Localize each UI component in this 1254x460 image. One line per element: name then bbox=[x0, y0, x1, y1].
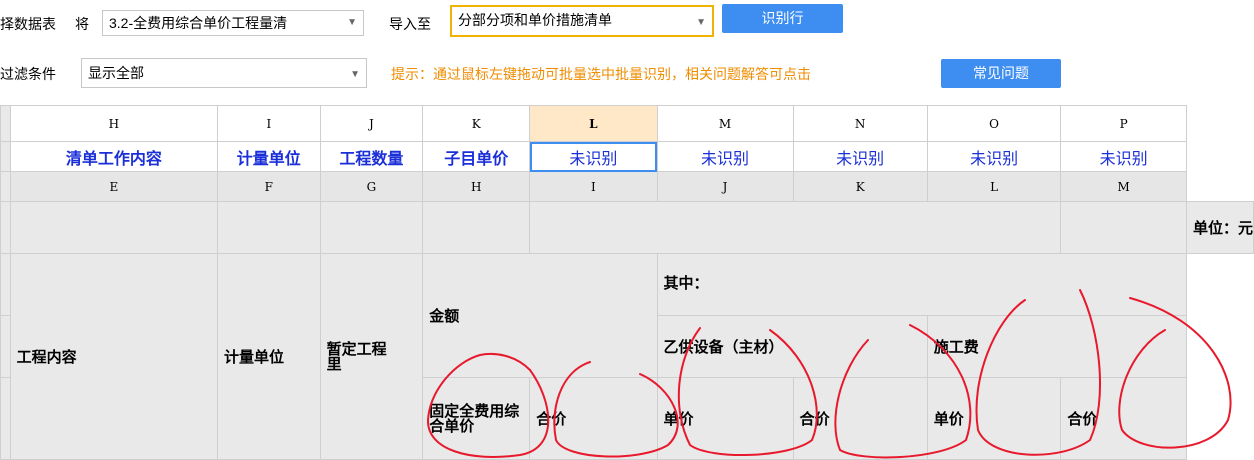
column-header[interactable]: I bbox=[217, 105, 321, 142]
amount-cell[interactable]: 金额 bbox=[422, 253, 658, 378]
column-header-row: H I J K L M N O P bbox=[0, 105, 1254, 142]
column-mapping-row: 清单工作内容 计量单位 工程数量 子目单价 未识别 未识别 未识别 未识别 未识… bbox=[0, 141, 1254, 172]
data-cell[interactable] bbox=[1060, 201, 1187, 254]
supplied-equipment-cell[interactable]: 乙供设备（主材） bbox=[656, 315, 928, 378]
source-column-letter: I bbox=[529, 171, 658, 202]
jiang-label: 将 bbox=[75, 16, 89, 32]
column-header[interactable]: J bbox=[319, 105, 424, 142]
column-mapping-cell-focused[interactable]: 未识别 bbox=[529, 141, 658, 172]
table-row: 工程内容 计量单位 暂定工程里 金额 其中： bbox=[0, 253, 1254, 460]
sheet-select-value: 3.2-全费用综合单价工程量清 bbox=[109, 15, 288, 31]
source-column-letter: F bbox=[217, 171, 321, 202]
target-select[interactable]: 分部分项和单价措施清单 ▼ bbox=[450, 5, 714, 37]
column-mapping-cell[interactable]: 未识别 bbox=[792, 141, 928, 172]
filter-label: 过滤条件 bbox=[0, 66, 56, 82]
column-mapping-cell[interactable]: 工程数量 bbox=[319, 141, 424, 172]
chevron-down-icon: ▼ bbox=[350, 69, 360, 80]
construction-fee-cell[interactable]: 施工费 bbox=[926, 315, 1187, 378]
recognition-grid: H I J K L M N O P 清单工作内容 计量单位 工程数量 子目单价 … bbox=[0, 105, 1254, 460]
total-price-cell[interactable]: 合价 bbox=[1060, 377, 1187, 460]
fixed-price-text: 固定全费用综合单价 bbox=[429, 402, 520, 435]
work-content-cell[interactable]: 工程内容 bbox=[9, 253, 219, 460]
total-price-cell[interactable]: 合价 bbox=[529, 377, 658, 460]
column-mapping-cell[interactable]: 清单工作内容 bbox=[9, 141, 219, 172]
source-column-row: E F G H I J K L M bbox=[0, 171, 1254, 202]
source-column-letter: H bbox=[422, 171, 531, 202]
of-which-cell[interactable]: 其中： bbox=[656, 253, 1187, 316]
data-cell[interactable] bbox=[422, 201, 531, 254]
row-gutter bbox=[0, 315, 11, 378]
column-header[interactable]: N bbox=[792, 105, 928, 142]
column-header[interactable]: M bbox=[656, 105, 794, 142]
row-gutter bbox=[0, 171, 11, 202]
unit-note-cell[interactable]: 单位：元 bbox=[1185, 201, 1254, 254]
provisional-qty-cell[interactable]: 暂定工程里 bbox=[319, 253, 424, 460]
data-cell[interactable] bbox=[9, 201, 219, 254]
column-mapping-cell[interactable]: 子目单价 bbox=[422, 141, 531, 172]
unit-cell[interactable]: 计量单位 bbox=[217, 253, 321, 460]
column-header[interactable]: H bbox=[9, 105, 219, 142]
provisional-qty-text: 暂定工程里 bbox=[326, 340, 387, 373]
unit-price-cell[interactable]: 单价 bbox=[926, 377, 1062, 460]
sheet-select[interactable]: 3.2-全费用综合单价工程量清 ▼ bbox=[102, 10, 364, 36]
fixed-price-cell[interactable]: 固定全费用综合单价 bbox=[422, 377, 531, 460]
filter-select-value: 显示全部 bbox=[88, 65, 144, 81]
chevron-down-icon: ▼ bbox=[347, 17, 357, 28]
data-cell[interactable] bbox=[319, 201, 424, 254]
row-gutter bbox=[0, 201, 11, 254]
source-column-letter: L bbox=[926, 171, 1062, 202]
faq-button[interactable]: 常见问题 bbox=[941, 59, 1061, 88]
column-mapping-cell[interactable]: 未识别 bbox=[656, 141, 794, 172]
unit-price-cell[interactable]: 单价 bbox=[656, 377, 794, 460]
column-header[interactable]: P bbox=[1060, 105, 1187, 142]
column-mapping-cell[interactable]: 未识别 bbox=[1060, 141, 1187, 172]
hint-text: 提示：通过鼠标左键拖动可批量选中批量识别，相关问题解答可点击 bbox=[391, 66, 811, 82]
row-gutter bbox=[0, 141, 11, 172]
column-header[interactable]: O bbox=[926, 105, 1062, 142]
select-sheet-label: 择数据表 bbox=[0, 16, 56, 32]
source-column-letter: G bbox=[319, 171, 424, 202]
row-gutter bbox=[0, 253, 11, 316]
total-price-cell[interactable]: 合价 bbox=[792, 377, 928, 460]
import-to-label: 导入至 bbox=[389, 16, 431, 32]
filter-select[interactable]: 显示全部 ▼ bbox=[81, 58, 367, 88]
column-header-selected[interactable]: L bbox=[529, 105, 658, 142]
target-select-value: 分部分项和单价措施清单 bbox=[458, 12, 612, 28]
source-column-letter: M bbox=[1060, 171, 1187, 202]
row-gutter bbox=[0, 105, 11, 142]
source-column-letter: K bbox=[792, 171, 928, 202]
row-gutter bbox=[0, 377, 11, 460]
recognize-row-button[interactable]: 识别行 bbox=[722, 4, 843, 33]
data-cell[interactable] bbox=[217, 201, 321, 254]
column-mapping-cell[interactable]: 未识别 bbox=[926, 141, 1062, 172]
data-cell[interactable] bbox=[529, 201, 1062, 254]
source-column-letter: E bbox=[9, 171, 219, 202]
column-mapping-cell[interactable]: 计量单位 bbox=[217, 141, 321, 172]
chevron-down-icon: ▼ bbox=[696, 17, 706, 28]
source-column-letter: J bbox=[656, 171, 794, 202]
column-header[interactable]: K bbox=[422, 105, 531, 142]
table-row: 单位：元 bbox=[0, 201, 1254, 254]
